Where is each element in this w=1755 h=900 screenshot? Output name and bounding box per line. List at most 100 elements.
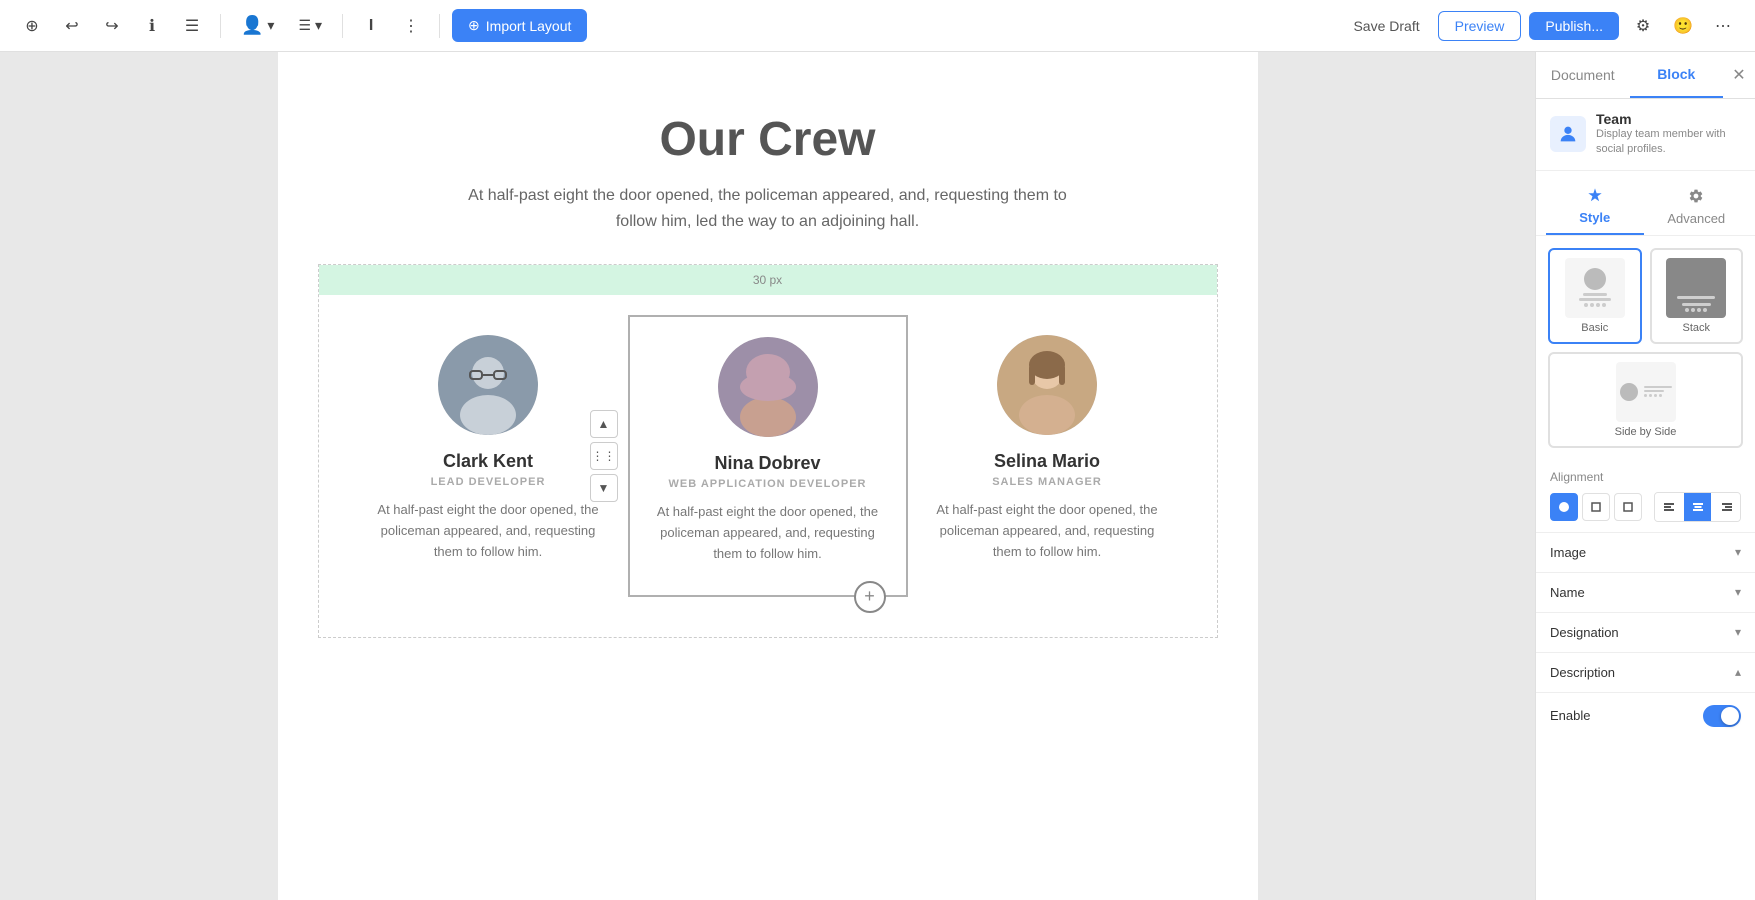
gear-icon: ⚙ xyxy=(1636,16,1650,36)
member-card-clark[interactable]: Clark Kent LEAD DEVELOPER At half-past e… xyxy=(349,315,628,592)
layout-basic-label: Basic xyxy=(1581,322,1608,334)
toolbar: ⊕ ↩ ↪ ℹ ☰ 👤 ▾ ☰ ▾ I ⋮ ⊕ Import Layout Sa… xyxy=(0,0,1755,52)
layout-dots xyxy=(1575,303,1615,307)
layout-line-2 xyxy=(1579,298,1611,301)
canvas-inner: Our Crew At half-past eight the door ope… xyxy=(278,52,1258,900)
redo-icon: ↪ xyxy=(105,16,118,36)
description-section-header[interactable]: Description ▴ xyxy=(1536,653,1755,692)
designation-section-header[interactable]: Designation ▾ xyxy=(1536,613,1755,652)
ellipsis-button[interactable]: ⋯ xyxy=(1707,10,1739,42)
panel-close-button[interactable]: ✕ xyxy=(1723,59,1755,91)
user-dropdown-chevron: ▾ xyxy=(267,17,274,34)
team-block: 30 px xyxy=(318,264,1218,637)
card-controls-nina: ▲ ⋮⋮ ▼ xyxy=(590,410,618,502)
text-button[interactable]: I xyxy=(355,10,387,42)
member-card-selina[interactable]: Selina Mario SALES MANAGER At half-past … xyxy=(908,315,1187,592)
more-options-icon: ⋮ xyxy=(403,16,419,36)
import-layout-button[interactable]: ⊕ Import Layout xyxy=(452,9,587,42)
side-line-1 xyxy=(1644,386,1672,388)
publish-button[interactable]: Publish... xyxy=(1529,12,1619,40)
page-subtitle: At half-past eight the door opened, the … xyxy=(278,183,1258,234)
member-role-clark: LEAD DEVELOPER xyxy=(369,476,608,488)
align-square-right[interactable] xyxy=(1614,493,1642,521)
align-center-button[interactable] xyxy=(1684,493,1711,521)
avatar-nina xyxy=(718,337,818,437)
block-title: Team xyxy=(1596,111,1741,127)
side-dot-4 xyxy=(1659,394,1662,397)
align-circle-left[interactable] xyxy=(1550,493,1578,521)
block-icon xyxy=(1550,116,1586,152)
layout-icon: ☰ xyxy=(298,17,311,34)
side-dots xyxy=(1644,394,1672,397)
separator-2 xyxy=(342,14,343,38)
layout-basic[interactable]: Basic xyxy=(1548,248,1642,344)
side-dot-3 xyxy=(1654,394,1657,397)
block-info-text: Team Display team member with social pro… xyxy=(1596,111,1741,158)
block-tab[interactable]: Block xyxy=(1630,52,1724,98)
undo-button[interactable]: ↩ xyxy=(56,10,88,42)
dot-2 xyxy=(1590,303,1594,307)
add-button[interactable]: ⊕ xyxy=(16,10,48,42)
advanced-tab[interactable]: Advanced xyxy=(1648,179,1746,235)
add-member-button[interactable]: + xyxy=(854,581,886,613)
name-section-label: Name xyxy=(1550,585,1585,600)
description-section: Description ▴ xyxy=(1536,653,1755,693)
user-dropdown[interactable]: 👤 ▾ xyxy=(233,11,282,40)
menu-button[interactable]: ☰ xyxy=(176,10,208,42)
info-button[interactable]: ℹ xyxy=(136,10,168,42)
document-tab[interactable]: Document xyxy=(1536,53,1630,97)
style-tab[interactable]: Style xyxy=(1546,179,1644,235)
save-draft-button[interactable]: Save Draft xyxy=(1343,12,1429,40)
stack-line-2 xyxy=(1682,303,1711,306)
layout-dropdown[interactable]: ☰ ▾ xyxy=(290,13,330,38)
more-options-button[interactable]: ⋮ xyxy=(395,10,427,42)
side-line-2 xyxy=(1644,390,1664,392)
layout-side-by-side[interactable]: Side by Side xyxy=(1548,352,1743,448)
preview-button[interactable]: Preview xyxy=(1438,11,1522,41)
card-drag-button[interactable]: ⋮⋮ xyxy=(590,442,618,470)
member-desc-selina: At half-past eight the door opened, the … xyxy=(928,500,1167,562)
name-section-header[interactable]: Name ▾ xyxy=(1536,573,1755,612)
block-spacer: 30 px xyxy=(319,265,1217,295)
member-desc-nina: At half-past eight the door opened, the … xyxy=(650,502,886,564)
stack-dot-4 xyxy=(1703,308,1707,312)
settings-button[interactable]: ⚙ xyxy=(1627,10,1659,42)
team-members-row: Clark Kent LEAD DEVELOPER At half-past e… xyxy=(319,295,1217,636)
import-label: Import Layout xyxy=(486,18,572,34)
undo-icon: ↩ xyxy=(65,16,78,36)
text-icon: I xyxy=(369,17,373,35)
image-section-header[interactable]: Image ▾ xyxy=(1536,533,1755,572)
style-tab-label: Style xyxy=(1579,210,1610,225)
user-avatar-icon: 👤 xyxy=(241,15,263,36)
align-right-button[interactable] xyxy=(1713,493,1740,521)
designation-section: Designation ▾ xyxy=(1536,613,1755,653)
stack-dot-1 xyxy=(1685,308,1689,312)
card-up-button[interactable]: ▲ xyxy=(590,410,618,438)
toolbar-right: Save Draft Preview Publish... ⚙ 🙂 ⋯ xyxy=(1343,10,1739,42)
align-left-button[interactable] xyxy=(1655,493,1682,521)
image-chevron-down-icon: ▾ xyxy=(1735,545,1741,559)
dot-4 xyxy=(1602,303,1606,307)
canvas-area: Our Crew At half-past eight the door ope… xyxy=(0,52,1535,900)
separator-3 xyxy=(439,14,440,38)
member-name-nina: Nina Dobrev xyxy=(650,453,886,474)
image-section: Image ▾ xyxy=(1536,533,1755,573)
user-icon: 🙂 xyxy=(1673,16,1693,36)
card-down-button[interactable]: ▼ xyxy=(590,474,618,502)
style-icon xyxy=(1550,187,1640,208)
member-card-nina[interactable]: ▲ ⋮⋮ ▼ xyxy=(628,315,908,596)
block-info: Team Display team member with social pro… xyxy=(1536,99,1755,171)
user-button[interactable]: 🙂 xyxy=(1667,10,1699,42)
block-description: Display team member with social profiles… xyxy=(1596,127,1741,158)
info-icon: ℹ xyxy=(149,16,155,36)
toggle-knob xyxy=(1721,707,1739,725)
layout-avatar xyxy=(1584,268,1606,290)
stack-dot-3 xyxy=(1697,308,1701,312)
name-section: Name ▾ xyxy=(1536,573,1755,613)
member-name-clark: Clark Kent xyxy=(369,451,608,472)
align-square-left[interactable] xyxy=(1582,493,1610,521)
enable-toggle[interactable] xyxy=(1703,705,1741,727)
layout-stack[interactable]: Stack xyxy=(1650,248,1744,344)
redo-button[interactable]: ↪ xyxy=(96,10,128,42)
designation-chevron-down-icon: ▾ xyxy=(1735,625,1741,639)
